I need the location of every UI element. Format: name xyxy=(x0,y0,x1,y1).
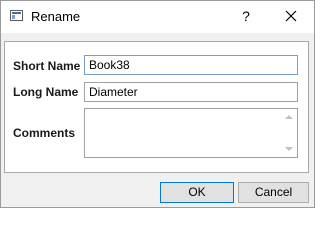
title-bar[interactable]: Rename ? xyxy=(1,1,314,33)
comments-scrollbar[interactable] xyxy=(282,109,297,157)
short-name-input[interactable]: Book38 xyxy=(84,55,298,75)
scroll-down-arrow-icon[interactable] xyxy=(285,147,293,151)
scroll-up-arrow-icon[interactable] xyxy=(285,115,293,119)
rename-dialog: Rename ? Short Name Book38 Long Name Dia… xyxy=(0,0,315,208)
comments-textarea[interactable] xyxy=(84,108,298,158)
short-name-label: Short Name xyxy=(13,59,81,73)
long-name-label: Long Name xyxy=(13,85,79,99)
cancel-button[interactable]: Cancel xyxy=(238,182,309,203)
close-button[interactable] xyxy=(278,5,304,27)
close-icon xyxy=(285,10,297,22)
comments-label: Comments xyxy=(13,126,76,140)
dialog-title: Rename xyxy=(31,9,81,24)
form-panel: Short Name Book38 Long Name Diameter Com… xyxy=(4,41,309,173)
help-button[interactable]: ? xyxy=(235,5,257,27)
long-name-input[interactable]: Diameter xyxy=(84,82,298,102)
ok-button[interactable]: OK xyxy=(160,182,234,203)
app-window-icon xyxy=(10,10,23,21)
